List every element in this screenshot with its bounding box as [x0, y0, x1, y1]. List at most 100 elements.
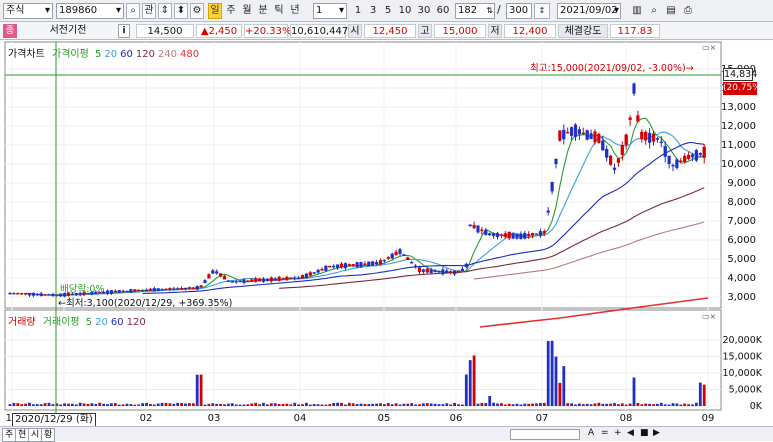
- volume-bar: [429, 403, 433, 406]
- date-picker[interactable]: 2021/09/02 ▾: [557, 3, 621, 19]
- candle-body: [382, 259, 386, 262]
- current-pct-tag: (20.75%): [723, 82, 765, 95]
- cursor-date-value: 2020/12/29 (화): [15, 414, 93, 425]
- volume-bar: [519, 404, 523, 406]
- save-button[interactable]: ▤: [664, 3, 678, 19]
- display-count-stepper[interactable]: 182 ⇅: [455, 3, 495, 19]
- candle-body: [285, 277, 289, 281]
- tab-interval-2[interactable]: 월: [240, 3, 254, 19]
- price-ma-periods: 5 20 60 120 240 480: [92, 49, 199, 60]
- scrollbar-track[interactable]: [510, 429, 580, 440]
- info-button[interactable]: i: [118, 24, 130, 38]
- footer-control-2[interactable]: +: [614, 428, 622, 438]
- quick-count-button-10[interactable]: 10: [397, 3, 413, 19]
- quick-count-button-60[interactable]: 60: [435, 3, 451, 19]
- volume-bar: [375, 403, 378, 406]
- panel-controls-volume[interactable]: ▭×: [702, 312, 716, 321]
- candle-body: [589, 133, 593, 140]
- candle-body: [667, 155, 671, 165]
- search-button[interactable]: ⌕: [126, 3, 140, 19]
- price-tick-label: 13,000: [721, 102, 756, 113]
- volume-bar: [227, 403, 230, 406]
- volume-bar: [125, 403, 129, 406]
- volume-bar: [461, 404, 464, 406]
- price-tick-label: 9,000: [727, 178, 756, 189]
- footer-control-4[interactable]: ■: [640, 428, 649, 438]
- volume-bar: [542, 402, 546, 406]
- volume-bar: [43, 403, 47, 406]
- candle-body: [503, 233, 507, 237]
- quick-count-button-3[interactable]: 3: [367, 3, 379, 19]
- slash-separator: /: [497, 3, 501, 16]
- zoom-button[interactable]: ↕: [534, 3, 550, 19]
- arrow-updown-button[interactable]: ⇕: [158, 3, 172, 19]
- x-tick-label: 03: [208, 413, 221, 424]
- candle-body: [347, 264, 351, 266]
- volume-bar: [203, 404, 207, 406]
- search-tool-button[interactable]: ⌕: [647, 3, 661, 19]
- volume-bar: [51, 404, 55, 406]
- price-chart-title: 가격차트: [8, 49, 45, 60]
- tab-interval-4[interactable]: 틱: [272, 3, 286, 19]
- open-value: 12,450: [364, 24, 416, 38]
- unit-select[interactable]: 1 ▾: [313, 3, 347, 19]
- volume-bar: [691, 404, 694, 406]
- volume-bar: [464, 374, 468, 406]
- current-price: 14,500: [136, 24, 194, 38]
- tab-interval-3[interactable]: 분: [256, 3, 270, 19]
- candle-body: [328, 265, 332, 268]
- candle-body: [550, 181, 554, 192]
- chart-type-button[interactable]: ▥: [630, 3, 644, 19]
- candle-body: [531, 233, 535, 236]
- total-count-input[interactable]: 300: [506, 3, 532, 19]
- volume-bar: [702, 384, 706, 406]
- volume-bar: [266, 404, 269, 406]
- footer-tab-3[interactable]: 황: [41, 428, 56, 442]
- volume-bar: [207, 403, 211, 406]
- tab-interval-5[interactable]: 년: [288, 3, 302, 19]
- candle-body: [527, 233, 531, 236]
- candle-body: [402, 254, 406, 256]
- tab-interval-0[interactable]: 일: [208, 3, 222, 19]
- status-badge: 종: [3, 24, 17, 38]
- candle-body: [585, 130, 589, 140]
- price-tick-label: 4,000: [727, 273, 756, 284]
- panel-controls-price[interactable]: ▭×: [702, 43, 716, 52]
- footer-control-3[interactable]: ◀: [627, 428, 634, 438]
- volume-bar: [406, 403, 410, 406]
- print-button[interactable]: ⎙: [681, 3, 695, 19]
- volume-bar: [554, 356, 558, 406]
- candle-body: [519, 233, 523, 240]
- candle-body: [515, 233, 519, 239]
- candle-body: [12, 292, 16, 295]
- volume-bar: [578, 403, 581, 406]
- volume-bar: [78, 402, 82, 406]
- candle-body: [453, 270, 457, 275]
- quick-count-button-30[interactable]: 30: [416, 3, 432, 19]
- footer-control-1[interactable]: =: [601, 428, 609, 438]
- quick-count-button-1[interactable]: 1: [352, 3, 364, 19]
- candle-body: [156, 288, 160, 291]
- candle-body: [694, 150, 698, 161]
- market-select[interactable]: 주식 ▾: [3, 3, 53, 19]
- volume-bar: [453, 402, 456, 406]
- footer-control-0[interactable]: A: [588, 428, 594, 438]
- volume-bar: [648, 403, 651, 406]
- volume-bar: [117, 404, 121, 406]
- footer-control-5[interactable]: ▶: [653, 428, 660, 438]
- code-input[interactable]: 189860 ▾: [56, 3, 124, 19]
- candle-body: [226, 280, 230, 282]
- chart-area[interactable]: 15,00014,00013,00012,00011,00010,0009,00…: [0, 40, 773, 427]
- candle-body: [398, 249, 402, 255]
- spin-button[interactable]: ⬍: [174, 3, 188, 19]
- tab-interval-1[interactable]: 주: [224, 3, 238, 19]
- kwan-button[interactable]: 관: [142, 3, 156, 19]
- candle-body: [8, 292, 12, 295]
- candle-body: [616, 158, 620, 163]
- candle-body: [429, 269, 433, 273]
- quick-count-button-5[interactable]: 5: [382, 3, 394, 19]
- settings-button[interactable]: ⚙: [190, 3, 204, 19]
- volume-bar: [503, 404, 507, 406]
- candle-body: [152, 288, 156, 292]
- volume-ma-label: 거래이평: [42, 317, 80, 328]
